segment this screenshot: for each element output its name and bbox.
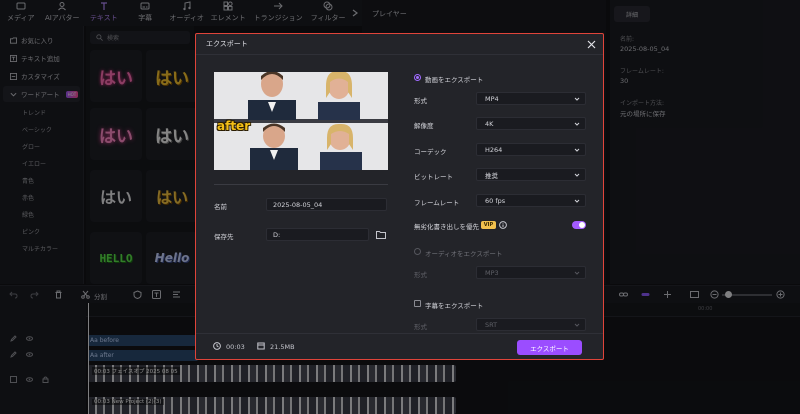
export-dialog: エクスポート after 名前 2025-08-05_04 保存先 D: 動画を… <box>195 33 604 360</box>
bitrate-value: 推奨 <box>485 171 498 180</box>
subtitle-export-checkbox[interactable] <box>414 300 421 307</box>
bitrate-select[interactable]: 推奨 <box>476 168 586 181</box>
audio-format-select[interactable]: MP3 <box>476 266 586 279</box>
close-icon[interactable] <box>586 39 597 50</box>
dialog-footer: 00:03 21.5MB エクスポート <box>196 333 603 359</box>
app-window: メディア AIアバター テキスト 字幕 オーディオ エレメント トランジション <box>0 0 800 414</box>
resolution-value: 4K <box>485 119 494 128</box>
export-duration: 00:03 <box>226 343 245 351</box>
audio-format-label: 形式 <box>414 271 427 279</box>
resolution-label: 解像度 <box>414 122 434 130</box>
save-location-label: 保存先 <box>214 233 234 241</box>
video-export-radio[interactable] <box>414 74 421 81</box>
subtitle-export-label: 字幕をエクスポート <box>425 302 484 310</box>
framerate-select[interactable]: 60 fps <box>476 194 586 207</box>
framerate-label: フレームレート <box>414 199 460 207</box>
audio-export-label: オーディオをエクスポート <box>425 250 503 258</box>
format-select[interactable]: MP4 <box>476 92 586 105</box>
subtitle-format-label: 形式 <box>414 323 427 331</box>
chevron-down-icon <box>574 148 580 152</box>
resolution-select[interactable]: 4K <box>476 117 586 130</box>
vip-badge: VIP <box>481 221 496 229</box>
dialog-header: エクスポート <box>196 34 603 55</box>
lossless-label: 無劣化書き出しを優先 <box>414 223 479 231</box>
export-filesize: 21.5MB <box>270 343 295 351</box>
export-preview: after <box>214 72 388 170</box>
chevron-down-icon <box>574 323 580 327</box>
format-label: 形式 <box>414 97 427 105</box>
preview-caption-after: after <box>217 119 251 133</box>
framerate-value: 60 fps <box>485 196 506 205</box>
save-location-input[interactable]: D: <box>266 228 369 241</box>
chevron-down-icon <box>574 97 580 101</box>
format-value: MP4 <box>485 94 499 103</box>
video-export-label: 動画をエクスポート <box>425 76 484 84</box>
chevron-down-icon <box>574 173 580 177</box>
folder-icon[interactable] <box>376 230 386 239</box>
divider <box>214 184 388 185</box>
chevron-down-icon <box>574 199 580 203</box>
codec-select[interactable]: H264 <box>476 143 586 156</box>
export-button[interactable]: エクスポート <box>517 340 582 355</box>
subtitle-format-select[interactable]: SRT <box>476 318 586 331</box>
info-icon[interactable] <box>499 221 507 229</box>
subtitle-format-value: SRT <box>485 320 498 329</box>
file-size-icon <box>257 342 265 350</box>
clock-icon <box>213 342 221 350</box>
audio-format-value: MP3 <box>485 268 499 277</box>
dialog-title: エクスポート <box>206 40 248 48</box>
bitrate-label: ビットレート <box>414 173 453 181</box>
chevron-down-icon <box>574 122 580 126</box>
lossless-toggle[interactable] <box>572 221 586 229</box>
codec-label: コーデック <box>414 148 447 156</box>
name-label: 名前 <box>214 203 227 211</box>
audio-export-radio[interactable] <box>414 248 421 255</box>
codec-value: H264 <box>485 145 503 154</box>
chevron-down-icon <box>574 271 580 275</box>
filename-input[interactable]: 2025-08-05_04 <box>266 198 387 211</box>
